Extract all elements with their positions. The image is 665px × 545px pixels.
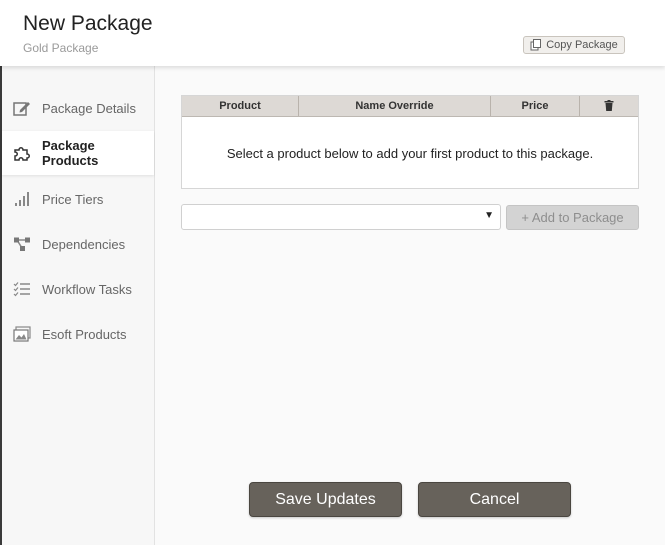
copy-package-label: Copy Package <box>546 39 618 51</box>
edit-icon <box>13 102 30 116</box>
puzzle-icon <box>14 147 30 161</box>
page-title: New Package <box>23 12 153 35</box>
column-header-product: Product <box>182 96 299 116</box>
sidebar-item-price-tiers[interactable]: Price Tiers <box>2 177 154 221</box>
sidebar-item-label: Workflow Tasks <box>42 281 132 297</box>
sidebar-item-dependencies[interactable]: Dependencies <box>2 222 154 266</box>
sidebar-item-label: Package Products <box>42 138 99 168</box>
sidebar-item-label: Dependencies <box>42 236 126 252</box>
copy-icon <box>530 39 542 51</box>
empty-table-message: Select a product below to add your first… <box>226 146 594 161</box>
checklist-icon <box>13 282 30 297</box>
page-subtitle: Gold Package <box>23 41 99 55</box>
save-updates-button[interactable]: Save Updates <box>249 482 402 517</box>
sidebar-item-package-products[interactable]: Package Products <box>2 131 154 175</box>
add-to-package-button[interactable]: + Add to Package <box>506 205 639 230</box>
product-select[interactable]: ▼ <box>181 204 501 230</box>
sidebar-item-label: Package Details <box>42 100 136 116</box>
sidebar-item-package-details[interactable]: Package Details <box>2 86 154 130</box>
column-header-price: Price <box>491 96 580 116</box>
sidebar-item-workflow-tasks[interactable]: Workflow Tasks <box>2 267 154 311</box>
sidebar-item-label: Esoft Products <box>42 326 127 342</box>
table-header: Product Name Override Price <box>182 96 638 117</box>
sidebar: Package Details Package Products Price T… <box>2 66 155 545</box>
bar-chart-icon <box>15 192 29 206</box>
network-icon <box>14 237 30 251</box>
column-header-name-override: Name Override <box>299 96 491 116</box>
dropdown-arrow-icon: ▼ <box>484 210 494 221</box>
products-table: Product Name Override Price Select a pro… <box>181 95 639 189</box>
sidebar-item-label: Price Tiers <box>42 191 104 207</box>
sidebar-item-esoft-products[interactable]: Esoft Products <box>2 312 154 356</box>
page-header: New Package Gold Package Copy Package <box>0 0 665 66</box>
main-content: Product Name Override Price Select a pro… <box>155 66 665 545</box>
column-header-delete <box>580 96 638 116</box>
cancel-button[interactable]: Cancel <box>418 482 571 517</box>
image-icon <box>13 326 31 342</box>
trash-icon <box>604 100 614 111</box>
copy-package-button[interactable]: Copy Package <box>523 36 625 54</box>
